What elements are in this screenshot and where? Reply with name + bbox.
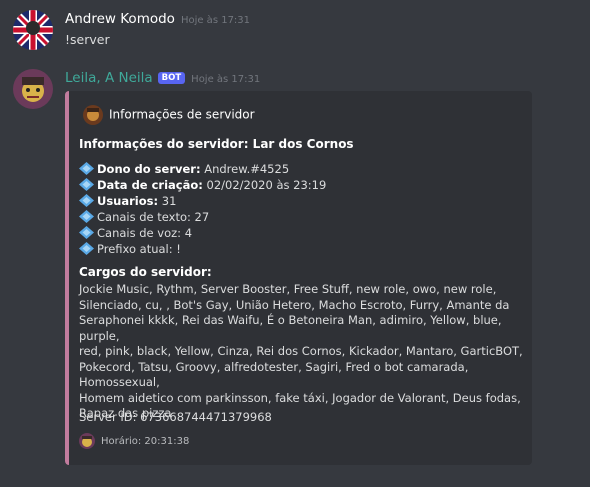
large-blue-diamond-icon — [79, 210, 94, 223]
embed-title: Informações do servidor: Lar dos Cornos — [79, 137, 354, 151]
large-blue-diamond-icon — [79, 162, 94, 175]
roles-line: Homem aidetico com parkinsson, fake táxi… — [79, 390, 521, 405]
roles-line: Jockie Music, Rythm, Server Booster, Fre… — [79, 282, 497, 296]
server-id: Server ID: 673668744471379968 — [79, 410, 272, 424]
roles-line: Silenciado, cu, , Bot's Gay, União Heter… — [79, 297, 510, 312]
roles-line: Pokecord, Tatsu, Groovy, alfredotester, … — [79, 359, 469, 390]
author-name[interactable]: Leila, A Neila — [65, 70, 153, 86]
field-voice-channels: Canais de voz: 4 — [79, 225, 326, 241]
field-created: Data de criação: 02/02/2020 às 23:19 — [79, 177, 326, 193]
bot-badge: BOT — [157, 72, 186, 84]
roles-line: Seraphonei kkkk, Rei das Waifu, É o Beto… — [79, 313, 502, 343]
timestamp: Hoje às 17:31 — [180, 15, 251, 26]
avatar-leila[interactable] — [13, 69, 53, 109]
embed-author-icon — [83, 105, 103, 125]
embed-fields: Dono do server: Andrew.#4525 Data de cri… — [79, 161, 326, 257]
roles-line: red, pink, black, Yellow, Cinza, Rei dos… — [79, 344, 523, 358]
large-blue-diamond-icon — [79, 226, 94, 239]
avatar-andrew[interactable] — [13, 10, 53, 50]
author-name[interactable]: Andrew Komodo — [65, 11, 175, 27]
author-line: Andrew Komodo Hoje às 17:31 — [65, 11, 250, 27]
large-blue-diamond-icon — [79, 178, 94, 191]
field-users: Usuarios: 31 — [79, 193, 326, 209]
field-owner: Dono do server: Andrew.#4525 — [79, 161, 326, 177]
embed-author: Informações de servidor — [83, 105, 255, 125]
roles-title: Cargos do servidor: — [79, 265, 212, 279]
author-line: Leila, A Neila BOT Hoje às 17:31 — [65, 70, 260, 86]
embed-author-name: Informações de servidor — [109, 107, 255, 122]
roles-list: Jockie Music, Rythm, Server Booster, Fre… — [79, 282, 529, 422]
large-blue-diamond-icon — [79, 194, 94, 207]
embed-footer: Horário: 20:31:38 — [79, 433, 189, 449]
server-info-embed: Informações de servidor Informações do s… — [65, 91, 532, 465]
footer-text: Horário: 20:31:38 — [101, 436, 190, 447]
large-blue-diamond-icon — [79, 242, 94, 255]
message-text: !server — [65, 32, 110, 47]
field-prefix: Prefixo atual: ! — [79, 241, 326, 257]
footer-icon — [79, 433, 95, 449]
field-text-channels: Canais de texto: 27 — [79, 209, 326, 225]
timestamp: Hoje às 17:31 — [191, 74, 261, 85]
